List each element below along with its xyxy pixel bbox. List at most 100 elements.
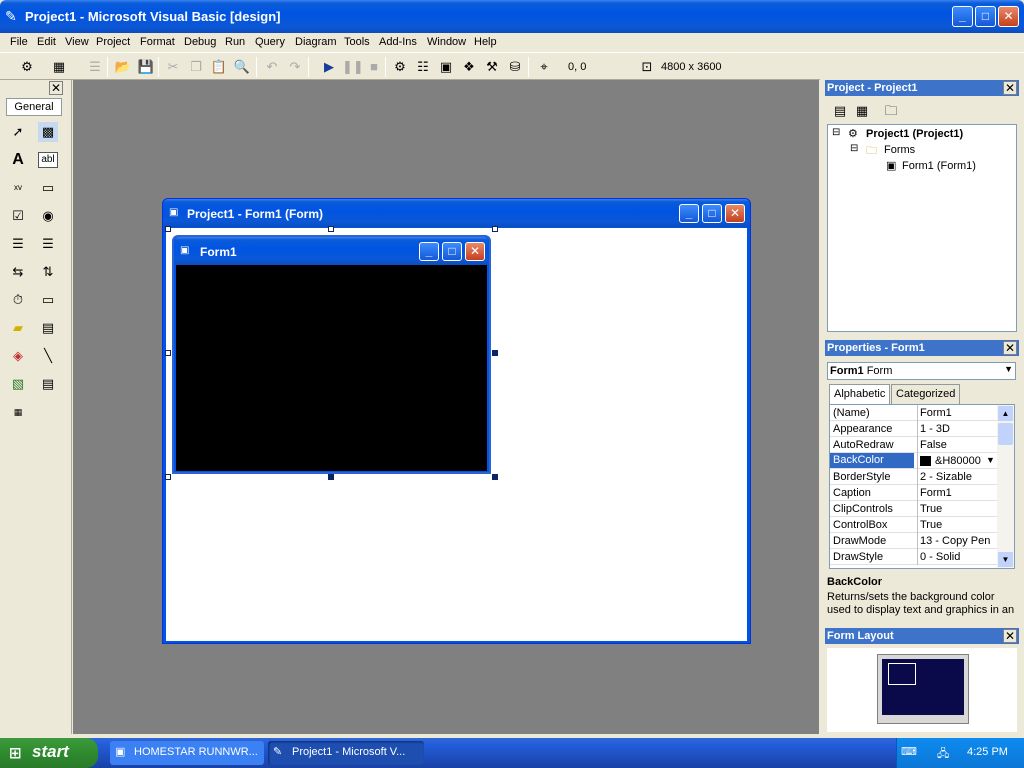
- line-tool-icon[interactable]: ╲: [38, 346, 58, 366]
- form1-client-area[interactable]: [176, 265, 487, 471]
- clock[interactable]: 4:25 PM: [967, 746, 1008, 758]
- form-layout-close-icon[interactable]: ✕: [1003, 629, 1017, 643]
- image-tool-icon[interactable]: ▧: [8, 374, 28, 394]
- menu-debug[interactable]: Debug: [184, 36, 216, 48]
- menu-file[interactable]: File: [10, 36, 28, 48]
- find-icon[interactable]: 🔍: [233, 58, 251, 76]
- property-grid-scrollbar[interactable]: ▲ ▼: [997, 405, 1014, 568]
- scroll-down-icon[interactable]: ▼: [998, 552, 1013, 567]
- menu-addins[interactable]: Add-Ins: [379, 36, 417, 48]
- copy-icon[interactable]: ❐: [187, 58, 205, 76]
- designer-title-bar[interactable]: ▣ Project1 - Form1 (Form) _ □ ✕: [163, 199, 750, 227]
- taskbar-item-homestar[interactable]: ▣ HOMESTAR RUNNWR...: [110, 741, 264, 765]
- undo-icon[interactable]: ↶: [263, 58, 281, 76]
- hscrollbar-tool-icon[interactable]: ⇆: [8, 262, 28, 282]
- toggle-folders-icon[interactable]: 🗀: [882, 102, 900, 120]
- add-form-icon[interactable]: ▦: [50, 58, 68, 76]
- property-row[interactable]: ClipControls True: [830, 501, 998, 517]
- menu-editor-icon[interactable]: ☰: [86, 58, 104, 76]
- menu-tools[interactable]: Tools: [344, 36, 370, 48]
- properties-window-icon[interactable]: ☷: [414, 58, 432, 76]
- filelistbox-tool-icon[interactable]: ▤: [38, 318, 58, 338]
- vb-app-icon[interactable]: ✎: [5, 8, 17, 25]
- commandbutton-tool-icon[interactable]: ▭: [38, 178, 58, 198]
- menu-window[interactable]: Window: [427, 36, 466, 48]
- project-explorer-icon[interactable]: ⚙: [391, 58, 409, 76]
- resize-handle[interactable]: [492, 226, 498, 232]
- redo-icon[interactable]: ↷: [286, 58, 304, 76]
- textbox-tool-icon[interactable]: abl: [38, 152, 58, 168]
- designer-maximize-button[interactable]: □: [702, 204, 722, 223]
- view-object-icon[interactable]: ▦: [853, 102, 871, 120]
- menu-project[interactable]: Project: [96, 36, 130, 48]
- resize-handle[interactable]: [165, 474, 171, 480]
- toolbox-icon[interactable]: ⚒: [483, 58, 501, 76]
- property-row[interactable]: Caption Form1: [830, 485, 998, 501]
- menu-help[interactable]: Help: [474, 36, 497, 48]
- cut-icon[interactable]: ✂: [164, 58, 182, 76]
- keyboard-icon[interactable]: ⌨: [901, 745, 917, 758]
- shape-tool-icon[interactable]: ◈: [8, 346, 28, 366]
- close-button[interactable]: ✕: [998, 6, 1019, 27]
- network-icon[interactable]: 🖧: [937, 745, 949, 764]
- form1-title-bar[interactable]: ▣ Form1 _ □ ✕: [174, 237, 489, 265]
- property-row[interactable]: Appearance 1 - 3D: [830, 421, 998, 437]
- designer-close-button[interactable]: ✕: [725, 204, 745, 223]
- end-icon[interactable]: ■: [365, 58, 383, 76]
- toolbox-tab-general[interactable]: General: [6, 98, 62, 116]
- data-view-icon[interactable]: ⛁: [506, 58, 524, 76]
- form-layout-icon[interactable]: ▣: [437, 58, 455, 76]
- dirlistbox-tool-icon[interactable]: ▰: [8, 318, 28, 338]
- paste-icon[interactable]: 📋: [210, 58, 228, 76]
- tab-categorized[interactable]: Categorized: [891, 384, 961, 404]
- resize-handle[interactable]: [165, 226, 171, 232]
- toolbox-close-icon[interactable]: ✕: [49, 81, 63, 95]
- checkbox-tool-icon[interactable]: ☑: [8, 206, 28, 226]
- combobox-tool-icon[interactable]: ☰: [8, 234, 28, 254]
- label-tool-icon[interactable]: A: [8, 150, 28, 170]
- pointer-tool-icon[interactable]: ➚: [8, 122, 28, 142]
- resize-handle[interactable]: [492, 350, 498, 356]
- property-row[interactable]: (Name) Form1: [830, 405, 998, 421]
- ole-tool-icon[interactable]: ▦: [8, 402, 28, 422]
- open-project-icon[interactable]: 📂: [114, 58, 132, 76]
- designer-minimize-button[interactable]: _: [679, 204, 699, 223]
- menu-view[interactable]: View: [65, 36, 89, 48]
- break-icon[interactable]: ❚❚: [342, 58, 364, 76]
- chevron-down-icon[interactable]: ▼: [1004, 364, 1013, 374]
- property-row[interactable]: AutoRedraw False: [830, 437, 998, 453]
- menu-format[interactable]: Format: [140, 36, 175, 48]
- resize-handle[interactable]: [328, 226, 334, 232]
- form1-close-button[interactable]: ✕: [465, 242, 485, 261]
- data-tool-icon[interactable]: ▤: [38, 374, 58, 394]
- project-panel-close-icon[interactable]: ✕: [1003, 81, 1017, 95]
- form-position-preview[interactable]: [888, 663, 916, 685]
- collapse-icon[interactable]: ⊟: [832, 127, 840, 138]
- menu-run[interactable]: Run: [225, 36, 245, 48]
- frame-tool-icon[interactable]: xv: [8, 178, 28, 198]
- save-project-icon[interactable]: 💾: [137, 58, 155, 76]
- collapse-icon[interactable]: ⊟: [850, 143, 858, 154]
- property-row[interactable]: ControlBox True: [830, 517, 998, 533]
- add-project-icon[interactable]: ⚙: [18, 58, 36, 76]
- scroll-thumb[interactable]: [998, 423, 1013, 445]
- form1-minimize-button[interactable]: _: [419, 242, 439, 261]
- vscrollbar-tool-icon[interactable]: ⇅: [38, 262, 58, 282]
- property-row[interactable]: DrawStyle 0 - Solid: [830, 549, 998, 565]
- object-selector[interactable]: Form1 Form ▼: [827, 362, 1016, 380]
- property-row[interactable]: BorderStyle 2 - Sizable: [830, 469, 998, 485]
- minimize-button[interactable]: _: [952, 6, 973, 27]
- listbox-tool-icon[interactable]: ☰: [38, 234, 58, 254]
- property-row-selected[interactable]: BackColor &H80000 ▼: [830, 453, 998, 469]
- view-code-icon[interactable]: ▤: [831, 102, 849, 120]
- form1-maximize-button[interactable]: □: [442, 242, 462, 261]
- menu-edit[interactable]: Edit: [37, 36, 56, 48]
- picturebox-tool-icon[interactable]: ▩: [38, 122, 58, 142]
- object-browser-icon[interactable]: ❖: [460, 58, 478, 76]
- start-button[interactable]: ⊞ start: [0, 738, 98, 768]
- optionbutton-tool-icon[interactable]: ◉: [38, 206, 58, 226]
- timer-tool-icon[interactable]: ⏱: [8, 290, 28, 310]
- property-row[interactable]: DrawMode 13 - Copy Pen: [830, 533, 998, 549]
- maximize-button[interactable]: □: [975, 6, 996, 27]
- tab-alphabetic[interactable]: Alphabetic: [829, 384, 891, 404]
